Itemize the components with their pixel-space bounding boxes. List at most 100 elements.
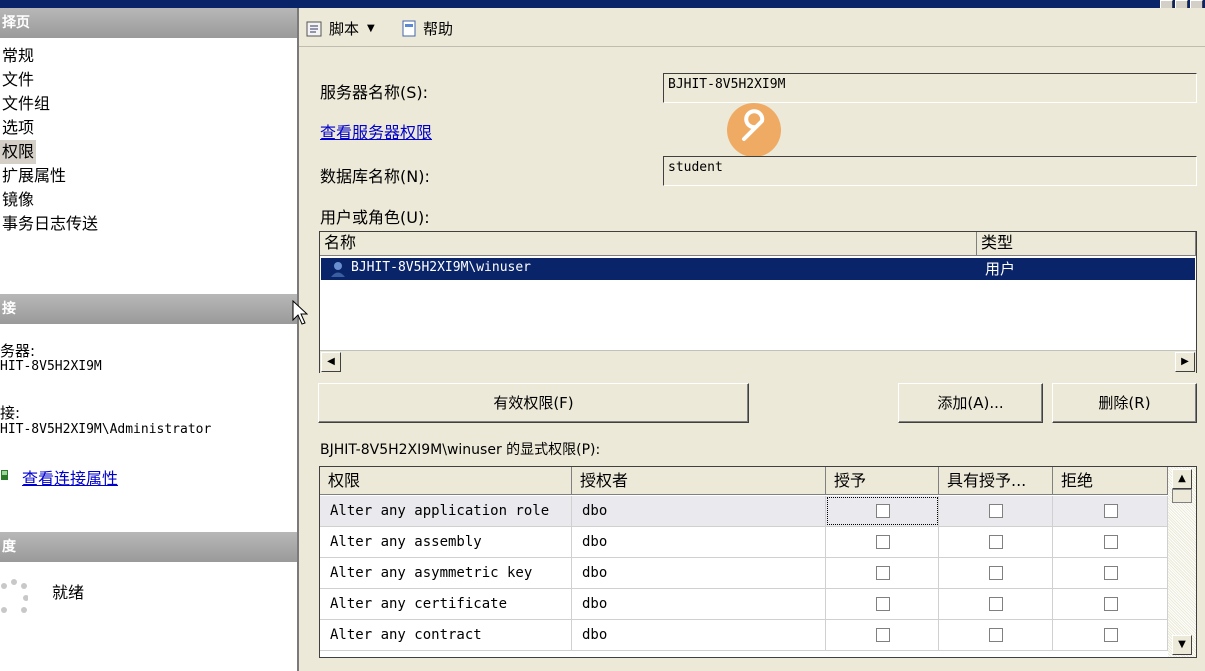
perm-cell <box>826 620 939 650</box>
window-title-bar <box>0 0 1205 8</box>
nav-item[interactable]: 选项 <box>0 116 36 140</box>
user-icon <box>329 260 347 282</box>
server-name-label: 服务器名称(S): <box>320 83 429 102</box>
user-type: 用户 <box>985 260 1016 278</box>
with-grant-checkbox[interactable] <box>989 535 1003 549</box>
perm-cell <box>1053 620 1168 650</box>
pane-splitter[interactable] <box>297 8 299 671</box>
deny-checkbox[interactable] <box>1103 566 1118 580</box>
grant-checkbox[interactable] <box>875 597 890 611</box>
toolbar: 脚本 ▼ 帮助 <box>299 8 1205 47</box>
perm-cell <box>939 558 1053 588</box>
maximize-icon[interactable] <box>1175 0 1188 8</box>
with-grant-checkbox[interactable] <box>989 504 1003 518</box>
perm-grantor: dbo <box>572 558 826 588</box>
perm-cell <box>826 496 939 526</box>
perm-cell <box>826 527 939 557</box>
perm-row[interactable]: Alter any asymmetric key dbo <box>320 558 1168 589</box>
perm-cell <box>939 589 1053 619</box>
perm-name: Alter any contract <box>320 620 572 650</box>
grant-checkbox[interactable] <box>875 566 890 580</box>
view-server-permissions-link[interactable]: 查看服务器权限 <box>320 119 432 143</box>
perm-grantor: dbo <box>572 496 826 526</box>
nav-item[interactable]: 文件 <box>0 68 36 92</box>
connection-header: 接 <box>0 294 297 324</box>
explicit-permissions-label: BJHIT-8V5H2XI9M\winuser 的显式权限(P): <box>320 442 601 458</box>
effective-permissions-button[interactable]: 有效权限(F) <box>318 383 749 423</box>
perm-cell <box>1053 527 1168 557</box>
perm-cell <box>939 496 1053 526</box>
perm-column-header[interactable]: 拒绝 <box>1053 467 1168 495</box>
connection-label: 接: <box>0 404 21 422</box>
perm-row[interactable]: Alter any application role dbo <box>320 496 1168 527</box>
view-connection-properties-link[interactable]: 查看连接属性 <box>22 465 118 489</box>
wrench-overlay-icon <box>724 101 784 159</box>
perm-column-header[interactable]: 权限 <box>320 467 572 495</box>
with-grant-checkbox[interactable] <box>989 628 1003 642</box>
perm-cell <box>939 527 1053 557</box>
nav-item[interactable]: 常规 <box>0 44 36 68</box>
perm-cell <box>1053 496 1168 526</box>
with-grant-checkbox[interactable] <box>989 566 1003 580</box>
database-name-field: student <box>663 156 1197 186</box>
with-grant-checkbox[interactable] <box>989 597 1003 611</box>
nav-item[interactable]: 文件组 <box>0 92 52 116</box>
perm-cell <box>1053 589 1168 619</box>
script-icon <box>306 21 322 36</box>
server-name-field: BJHIT-8V5H2XI9M <box>663 73 1197 103</box>
nav-item[interactable]: 权限 <box>0 140 37 164</box>
user-name: BJHIT-8V5H2XI9M\winuser <box>351 260 532 275</box>
help-label: 帮助 <box>423 20 454 38</box>
grant-checkbox[interactable] <box>875 628 890 642</box>
perm-name: Alter any asymmetric key <box>320 558 572 588</box>
script-button[interactable]: 脚本 ▼ <box>305 18 375 39</box>
connection-properties-icon <box>0 468 10 482</box>
nav-item[interactable]: 镜像 <box>0 188 36 212</box>
perm-row[interactable]: Alter any certificate dbo <box>320 589 1168 620</box>
perm-cell <box>1053 558 1168 588</box>
chevron-down-icon[interactable]: ▼ <box>367 23 375 34</box>
connection-value: HIT-8V5H2XI9M\Administrator <box>0 422 212 437</box>
database-name-label: 数据库名称(N): <box>320 167 430 186</box>
column-header-type[interactable]: 类型 <box>977 232 1196 256</box>
add-button[interactable]: 添加(A)... <box>898 383 1043 423</box>
grant-checkbox[interactable] <box>875 535 890 549</box>
permissions-grid[interactable]: 权限 授权者 授予 具有授予... 拒绝 Alter any application r… <box>319 466 1197 658</box>
progress-header: 度 <box>0 532 297 562</box>
users-list[interactable]: 名称 类型 BJHIT-8V5H2XI9M\winuser 用户 ◀ ▶ <box>319 231 1197 373</box>
help-button[interactable]: 帮助 <box>401 18 453 39</box>
perm-column-header[interactable]: 授权者 <box>572 467 826 495</box>
perm-grantor: dbo <box>572 589 826 619</box>
deny-checkbox[interactable] <box>1103 628 1118 642</box>
perm-cell <box>939 620 1053 650</box>
deny-checkbox[interactable] <box>1103 535 1118 549</box>
perm-column-header[interactable]: 授予 <box>826 467 939 495</box>
remove-button[interactable]: 删除(R) <box>1052 383 1197 423</box>
vertical-scrollbar[interactable]: ▲ ▼ <box>1168 467 1196 657</box>
deny-checkbox[interactable] <box>1103 504 1118 518</box>
users-roles-label: 用户或角色(U): <box>320 208 430 227</box>
scroll-left-icon[interactable]: ◀ <box>321 352 341 372</box>
perm-cell <box>826 589 939 619</box>
column-header-name[interactable]: 名称 <box>320 232 977 256</box>
nav-item[interactable]: 事务日志传送 <box>0 212 100 236</box>
perm-row[interactable]: Alter any assembly dbo <box>320 527 1168 558</box>
user-row[interactable]: BJHIT-8V5H2XI9M\winuser 用户 <box>321 258 1195 280</box>
perm-name: Alter any certificate <box>320 589 572 619</box>
perm-column-header[interactable]: 具有授予... <box>939 467 1053 495</box>
scroll-thumb[interactable] <box>1172 489 1192 503</box>
scroll-down-icon[interactable]: ▼ <box>1172 635 1192 655</box>
deny-checkbox[interactable] <box>1103 597 1118 611</box>
perm-row[interactable]: Alter any contract dbo <box>320 620 1168 651</box>
horizontal-scrollbar[interactable]: ◀ ▶ <box>320 350 1196 373</box>
grant-checkbox[interactable] <box>875 504 890 518</box>
perm-grantor: dbo <box>572 620 826 650</box>
help-icon <box>402 20 416 36</box>
minimize-icon[interactable] <box>1160 0 1173 8</box>
perm-cell <box>826 558 939 588</box>
scroll-up-icon[interactable]: ▲ <box>1172 469 1192 489</box>
status-text: 就绪 <box>52 583 85 602</box>
nav-item[interactable]: 扩展属性 <box>0 164 68 188</box>
close-icon[interactable] <box>1190 0 1203 8</box>
scroll-right-icon[interactable]: ▶ <box>1175 352 1195 372</box>
